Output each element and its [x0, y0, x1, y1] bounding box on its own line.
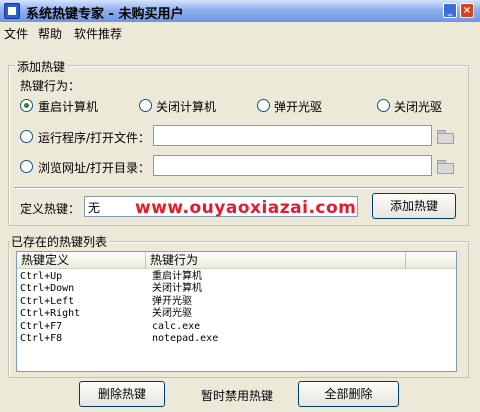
- table-row[interactable]: Ctrl+Down 关闭计算机: [17, 283, 456, 295]
- app-icon: [4, 3, 20, 19]
- hotkey-cell: Ctrl+Up: [20, 271, 63, 282]
- divider: [14, 187, 463, 189]
- minimize-button[interactable]: _: [443, 3, 457, 18]
- table-row[interactable]: Ctrl+F8 notepad.exe: [17, 333, 456, 345]
- radio-run-program[interactable]: [20, 130, 33, 143]
- watermark-text: www.ouyaoxiazai.com: [135, 198, 357, 218]
- title-bar[interactable]: 系统热键专家 - 未购买用户 _ ×: [0, 0, 480, 22]
- app-window: 系统热键专家 - 未购买用户 _ × 文件 帮助 软件推荐 添加热键 热键行为：…: [0, 0, 480, 412]
- disable-hotkeys-label[interactable]: 暂时禁用热键: [201, 387, 273, 404]
- action-cell: calc.exe: [152, 320, 201, 332]
- browse-url-label[interactable]: 浏览网址/打开目录：: [38, 159, 150, 176]
- run-program-label[interactable]: 运行程序/打开文件：: [38, 129, 150, 146]
- menu-bar: 文件 帮助 软件推荐: [0, 22, 480, 42]
- radio-restart-label[interactable]: 重启计算机: [38, 98, 98, 115]
- hotkey-cell: Ctrl+Right: [20, 308, 81, 320]
- column-header-hotkey[interactable]: 热键定义: [17, 252, 146, 269]
- table-row[interactable]: Ctrl+Left 弹开光驱: [17, 296, 456, 308]
- table-row[interactable]: Ctrl+Up 重启计算机: [17, 271, 456, 283]
- run-program-input[interactable]: [153, 125, 432, 146]
- behavior-label: 热键行为：: [20, 79, 81, 93]
- radio-close-cd[interactable]: [377, 99, 390, 112]
- action-cell: 弹开光驱: [152, 295, 192, 307]
- hotkey-cell: Ctrl+Down: [20, 283, 75, 295]
- add-hotkey-button[interactable]: 添加热键: [372, 193, 456, 219]
- menu-software-recommend[interactable]: 软件推荐: [74, 25, 122, 42]
- action-cell: 关闭光驱: [152, 308, 192, 320]
- list-header: 热键定义 热键行为: [17, 252, 456, 269]
- radio-browse-url[interactable]: [20, 160, 33, 173]
- folder-browse-icon[interactable]: [436, 159, 454, 174]
- add-hotkey-group-title: 添加热键: [15, 58, 68, 75]
- radio-eject-cd-label[interactable]: 弹开光驱: [274, 98, 322, 115]
- action-cell: 重启计算机: [152, 271, 202, 282]
- action-cell: 关闭计算机: [152, 283, 202, 295]
- column-header-action[interactable]: 热键行为: [146, 252, 406, 269]
- table-row[interactable]: Ctrl+Right 关闭光驱: [17, 308, 456, 320]
- radio-eject-cd[interactable]: [257, 99, 270, 112]
- folder-browse-icon[interactable]: [436, 129, 454, 144]
- menu-help[interactable]: 帮助: [38, 25, 62, 42]
- hotkey-cell: Ctrl+F7: [20, 320, 63, 332]
- hotkey-cell: Ctrl+Left: [20, 295, 75, 307]
- action-cell: notepad.exe: [152, 333, 219, 344]
- radio-restart[interactable]: [20, 99, 33, 112]
- table-row[interactable]: Ctrl+F7 calc.exe: [17, 321, 456, 333]
- window-title: 系统热键专家 - 未购买用户: [26, 7, 184, 22]
- hotkey-list[interactable]: 热键定义 热键行为 Ctrl+Up 重启计算机 Ctrl+Down 关闭计算机 Ctrl…: [16, 251, 457, 372]
- hotkey-list-group-title: 已存在的热键列表: [9, 233, 110, 250]
- browse-url-input[interactable]: [153, 155, 432, 176]
- radio-shutdown[interactable]: [139, 99, 152, 112]
- close-button[interactable]: ×: [460, 3, 474, 18]
- define-hotkey-label: 定义热键：: [20, 202, 81, 216]
- hotkey-cell: Ctrl+F8: [20, 333, 63, 344]
- radio-close-cd-label[interactable]: 关闭光驱: [394, 98, 442, 115]
- menu-file[interactable]: 文件: [4, 25, 28, 42]
- delete-hotkey-button[interactable]: 删除热键: [79, 381, 165, 407]
- delete-all-button[interactable]: 全部删除: [298, 381, 399, 407]
- radio-shutdown-label[interactable]: 关闭计算机: [156, 98, 216, 115]
